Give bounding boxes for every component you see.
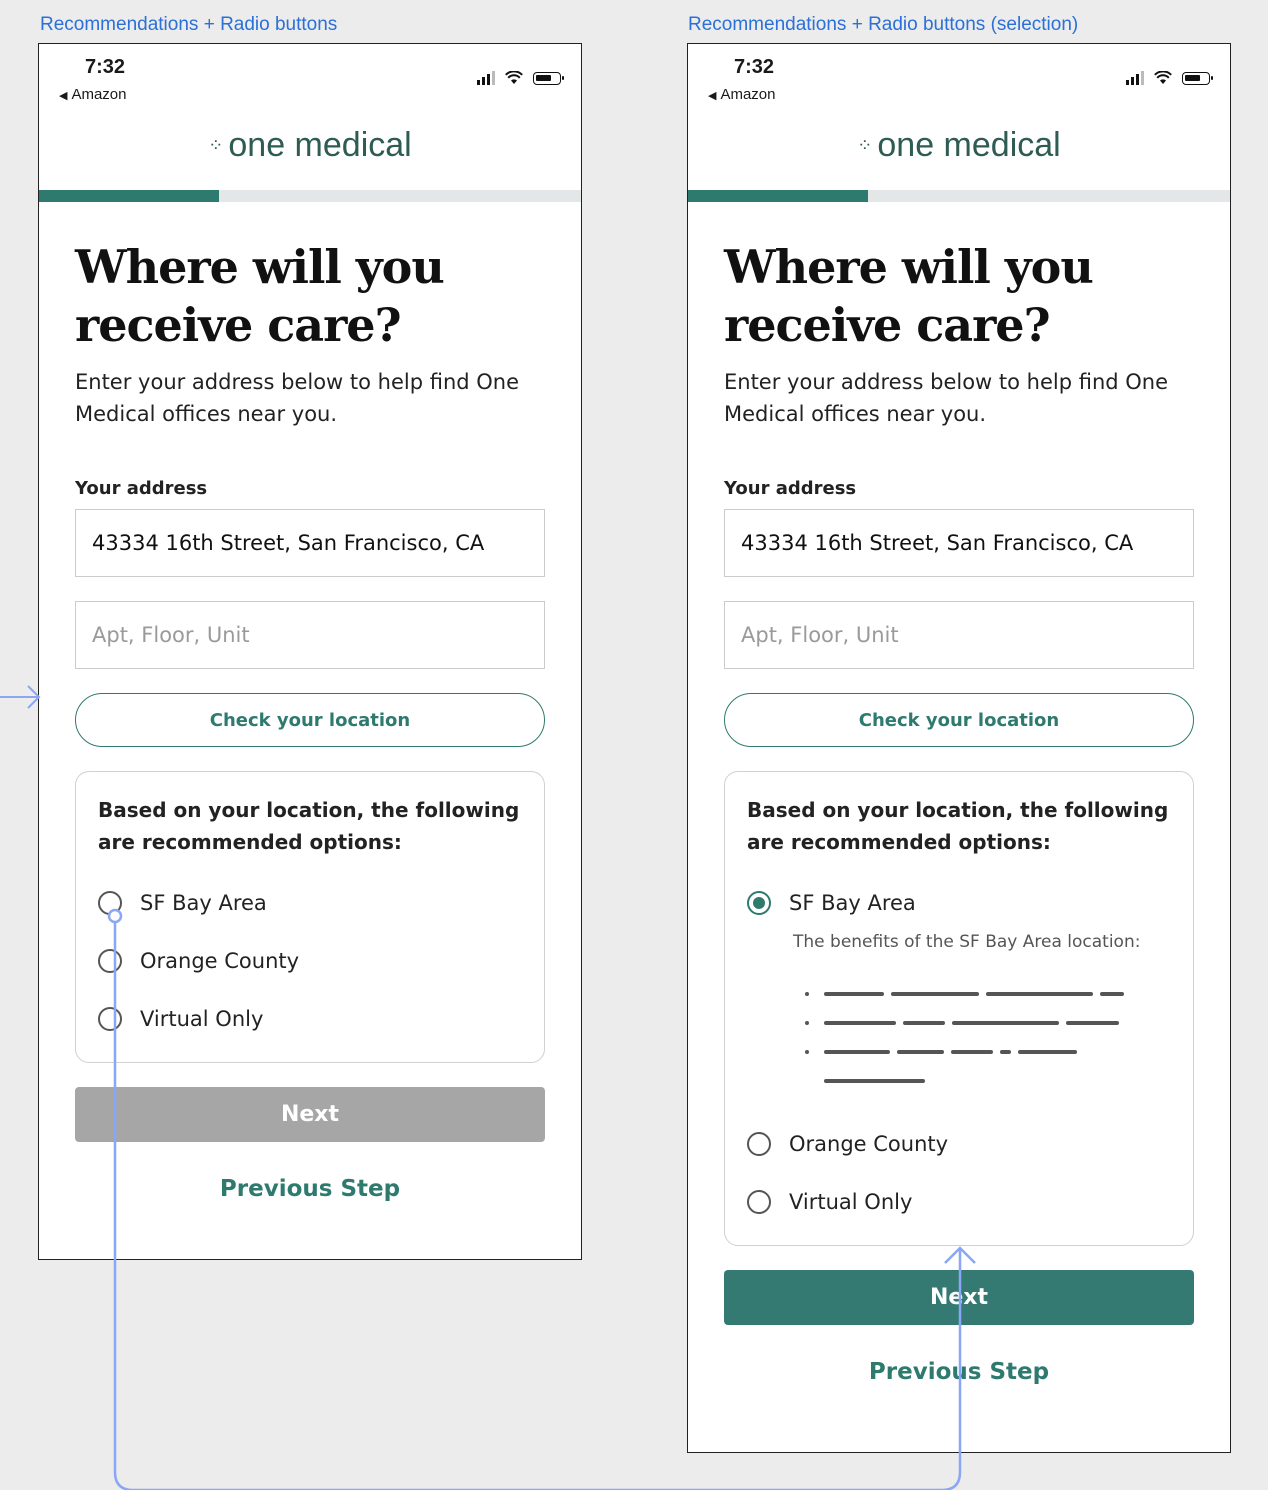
option-virtual-only[interactable]: Virtual Only bbox=[98, 990, 522, 1048]
frame-label-1: Recommendations + Radio buttons bbox=[40, 14, 338, 35]
page-subtitle: Enter your address below to help find On… bbox=[724, 370, 1169, 426]
page-title: Where will you receive care? bbox=[75, 240, 445, 352]
logo-wordmark: one medical bbox=[228, 126, 412, 164]
radio-unselected-icon[interactable] bbox=[747, 1190, 771, 1214]
back-triangle-icon: ◀ bbox=[708, 90, 717, 102]
back-triangle-icon: ◀ bbox=[59, 90, 68, 102]
option-virtual-only[interactable]: Virtual Only bbox=[747, 1173, 1171, 1231]
option-sf-bay-area[interactable]: SF Bay Area bbox=[98, 874, 522, 932]
wifi-icon bbox=[1154, 71, 1172, 84]
back-to-app-link[interactable]: ◀ Amazon bbox=[708, 86, 776, 103]
radio-unselected-icon[interactable] bbox=[98, 891, 122, 915]
radio-selected-icon[interactable] bbox=[747, 891, 771, 915]
battery-icon bbox=[1182, 71, 1213, 85]
option-sf-bay-area[interactable]: SF Bay Area bbox=[747, 874, 1171, 932]
status-bar: 7:32 ◀ Amazon bbox=[39, 44, 581, 122]
option-label: SF Bay Area bbox=[789, 891, 916, 915]
next-button[interactable]: Next bbox=[724, 1270, 1194, 1325]
one-medical-logo: ⁘ one medical bbox=[688, 126, 1230, 165]
option-label: Orange County bbox=[140, 949, 300, 973]
progress-bar bbox=[688, 190, 1230, 202]
apt-input[interactable] bbox=[724, 601, 1194, 669]
next-button[interactable]: Next bbox=[75, 1087, 545, 1142]
main-content: Where will you receive care? Enter your … bbox=[75, 202, 545, 1202]
placeholder-line bbox=[805, 1008, 1171, 1037]
apt-input[interactable] bbox=[75, 601, 545, 669]
option-label: Orange County bbox=[789, 1132, 949, 1156]
progress-fill bbox=[688, 190, 869, 202]
page-subtitle: Enter your address below to help find On… bbox=[75, 370, 520, 426]
radio-unselected-icon[interactable] bbox=[98, 1007, 122, 1031]
benefit-description: The benefits of the SF Bay Area location… bbox=[793, 932, 1141, 952]
recommendations-card: Based on your location, the following ar… bbox=[75, 771, 545, 1063]
incoming-arrow-icon bbox=[0, 685, 41, 709]
back-app-label: Amazon bbox=[71, 86, 127, 103]
status-icons bbox=[477, 71, 564, 85]
wifi-icon bbox=[505, 71, 523, 84]
option-orange-county[interactable]: Orange County bbox=[98, 932, 522, 990]
status-time: 7:32 bbox=[734, 56, 775, 78]
option-orange-county[interactable]: Orange County bbox=[747, 1115, 1171, 1173]
main-content: Where will you receive care? Enter your … bbox=[724, 202, 1194, 1385]
logo-wordmark: one medical bbox=[877, 126, 1061, 164]
previous-step-link[interactable]: Previous Step bbox=[724, 1359, 1194, 1385]
signal-icon bbox=[1126, 71, 1144, 85]
option-label: Virtual Only bbox=[140, 1007, 264, 1031]
address-input[interactable] bbox=[724, 509, 1194, 577]
one-medical-logo: ⁘ one medical bbox=[39, 126, 581, 165]
radio-unselected-icon[interactable] bbox=[98, 949, 122, 973]
recommendations-title: Based on your location, the following ar… bbox=[98, 798, 520, 854]
option-label: SF Bay Area bbox=[140, 891, 267, 915]
status-bar: 7:32 ◀ Amazon bbox=[688, 44, 1230, 122]
address-input[interactable] bbox=[75, 509, 545, 577]
battery-icon bbox=[533, 71, 564, 85]
page-title: Where will you receive care? bbox=[724, 240, 1094, 352]
check-location-button[interactable]: Check your location bbox=[75, 693, 545, 747]
progress-bar bbox=[39, 190, 581, 202]
status-time: 7:32 bbox=[85, 56, 126, 78]
placeholder-line bbox=[805, 1037, 1171, 1066]
back-app-label: Amazon bbox=[720, 86, 776, 103]
option-label: Virtual Only bbox=[789, 1190, 913, 1214]
recommendations-card: Based on your location, the following ar… bbox=[724, 771, 1194, 1246]
benefit-placeholder-list bbox=[805, 979, 1171, 1095]
status-icons bbox=[1126, 71, 1213, 85]
logo-mark-icon: ⁘ bbox=[208, 135, 223, 156]
recommendations-title: Based on your location, the following ar… bbox=[747, 798, 1169, 854]
logo-mark-icon: ⁘ bbox=[857, 135, 872, 156]
check-location-button[interactable]: Check your location bbox=[724, 693, 1194, 747]
progress-fill bbox=[39, 190, 220, 202]
radio-unselected-icon[interactable] bbox=[747, 1132, 771, 1156]
frame-label-2: Recommendations + Radio buttons (selecti… bbox=[688, 14, 1079, 35]
signal-icon bbox=[477, 71, 495, 85]
placeholder-line bbox=[805, 979, 1171, 1008]
back-to-app-link[interactable]: ◀ Amazon bbox=[59, 86, 127, 103]
phone-frame-selection: 7:32 ◀ Amazon ⁘ one medical Where will yo… bbox=[687, 43, 1231, 1453]
previous-step-link[interactable]: Previous Step bbox=[75, 1176, 545, 1202]
phone-frame-default: 7:32 ◀ Amazon ⁘ one medical Where will yo… bbox=[38, 43, 582, 1260]
address-label: Your address bbox=[724, 478, 857, 499]
address-label: Your address bbox=[75, 478, 208, 499]
placeholder-line bbox=[805, 1066, 1171, 1095]
